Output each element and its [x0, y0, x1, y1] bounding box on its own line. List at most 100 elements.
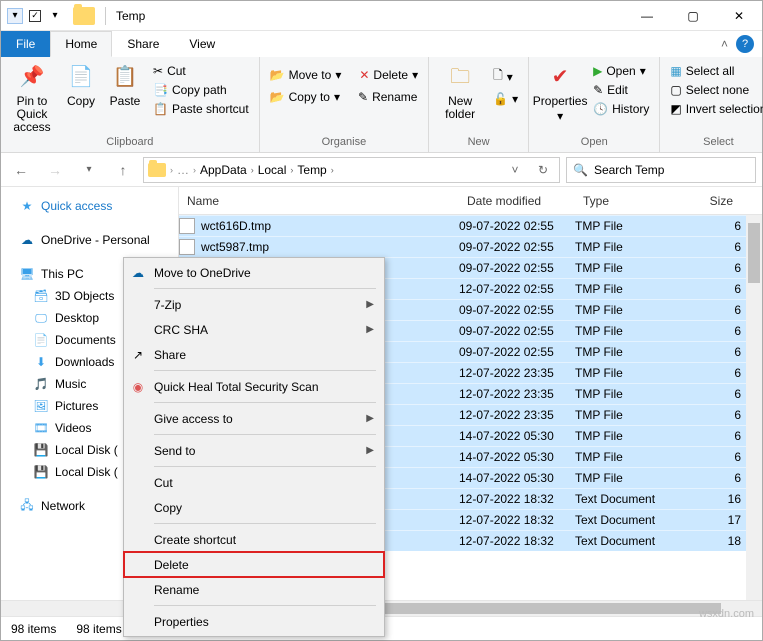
folder-icon: 📄 — [33, 332, 49, 348]
ctx-delete[interactable]: Delete — [124, 552, 384, 577]
column-headers[interactable]: Name Date modified Type Size — [179, 187, 762, 215]
address-dropdown-icon[interactable]: ˅ — [503, 163, 527, 177]
rename-icon: ✎ — [358, 90, 368, 104]
window-title: Temp — [116, 9, 145, 23]
tab-home[interactable]: Home — [50, 31, 112, 57]
pc-icon: 🖥 — [19, 266, 35, 282]
folder-icon: 🎞 — [33, 420, 49, 436]
paste-button[interactable]: 📋Paste — [105, 61, 145, 108]
easy-access-button[interactable]: 🔓▾ — [489, 91, 522, 107]
copyto-icon: 📂 — [270, 90, 285, 104]
paste-icon: 📋 — [109, 61, 141, 93]
qat-check-icon[interactable]: ✓ — [27, 8, 43, 24]
search-icon: 🔍 — [573, 163, 588, 177]
breadcrumb[interactable]: › …› AppData› Local› Temp› ˅ ↻ — [143, 157, 560, 183]
select-none-button[interactable]: ▢Select none — [666, 82, 763, 98]
delete-icon: ✕ — [359, 68, 369, 82]
folder-icon: 💾 — [33, 464, 49, 480]
table-row[interactable]: wct616D.tmp09-07-2022 02:55TMP File6 — [179, 215, 762, 236]
chevron-down-icon: ▾ — [334, 90, 340, 104]
ctx-crcsha[interactable]: CRC SHA▶ — [124, 317, 384, 342]
folder-icon: 💾 — [33, 442, 49, 458]
ctx-copy[interactable]: Copy — [124, 495, 384, 520]
invert-selection-button[interactable]: ◩Invert selection — [666, 101, 763, 117]
col-size[interactable]: Size — [695, 194, 741, 208]
back-button[interactable]: ← — [7, 157, 35, 183]
copy-path-button[interactable]: 📑Copy path — [149, 82, 253, 98]
refresh-button[interactable]: ↻ — [531, 163, 555, 177]
moveto-icon: 📂 — [270, 68, 285, 82]
group-label-new: New — [468, 136, 490, 150]
edit-button[interactable]: ✎Edit — [589, 82, 653, 98]
vertical-scrollbar[interactable] — [746, 215, 762, 600]
minimize-button[interactable]: — — [624, 1, 670, 31]
share-icon: ↗ — [130, 347, 146, 363]
copy-button[interactable]: 📄Copy — [61, 61, 101, 108]
chevron-down-icon: ▾ — [335, 68, 341, 82]
path-icon: 📑 — [153, 83, 168, 97]
new-folder-button[interactable]: 🗀New folder — [435, 61, 485, 121]
ctx-share[interactable]: ↗Share — [124, 342, 384, 367]
ctx-rename[interactable]: Rename — [124, 577, 384, 602]
history-icon: 🕓 — [593, 102, 608, 116]
ribbon: 📌Pin to Quick access 📄Copy 📋Paste ✂Cut 📑… — [1, 57, 762, 153]
qat-save-icon[interactable]: ▾ — [7, 8, 23, 24]
ribbon-tabs: File Home Share View ˄ ? — [1, 31, 762, 57]
chevron-down-icon: ▾ — [557, 110, 563, 123]
maximize-button[interactable]: ▢ — [670, 1, 716, 31]
close-button[interactable]: ✕ — [716, 1, 762, 31]
network-icon: 🖧 — [19, 498, 35, 514]
group-label-organise: Organise — [322, 136, 367, 150]
forward-button[interactable]: → — [41, 157, 69, 183]
paste-shortcut-button[interactable]: 📋Paste shortcut — [149, 101, 253, 117]
move-to-button[interactable]: 📂Move to ▾ — [266, 67, 346, 83]
sidebar-quick-access[interactable]: ★Quick access — [5, 195, 174, 217]
properties-button[interactable]: ✔Properties▾ — [535, 61, 585, 123]
tab-file[interactable]: File — [1, 31, 50, 57]
ctx-give-access[interactable]: Give access to▶ — [124, 406, 384, 431]
delete-button[interactable]: ✕Delete ▾ — [355, 67, 422, 83]
col-type[interactable]: Type — [575, 194, 695, 208]
rename-button[interactable]: ✎Rename — [354, 89, 421, 105]
pin-to-quick-access-button[interactable]: 📌Pin to Quick access — [7, 61, 57, 135]
file-icon — [179, 218, 195, 234]
col-date[interactable]: Date modified — [459, 194, 575, 208]
cloud-icon: ☁ — [130, 265, 146, 281]
copy-icon: 📄 — [65, 61, 97, 93]
tab-share[interactable]: Share — [112, 31, 174, 57]
table-row[interactable]: wct5987.tmp09-07-2022 02:55TMP File6 — [179, 236, 762, 257]
up-button[interactable]: ↑ — [109, 157, 137, 183]
open-button[interactable]: ▶Open ▾ — [589, 63, 653, 79]
ctx-quickheal[interactable]: ◉Quick Heal Total Security Scan — [124, 374, 384, 399]
select-all-button[interactable]: ▦Select all — [666, 63, 763, 79]
select-none-icon: ▢ — [670, 83, 681, 97]
star-icon: ★ — [19, 198, 35, 214]
ctx-create-shortcut[interactable]: Create shortcut — [124, 527, 384, 552]
help-icon[interactable]: ? — [736, 35, 754, 53]
qat-dropdown-icon[interactable]: ▾ — [47, 8, 63, 24]
col-name[interactable]: Name — [179, 194, 459, 208]
recent-dropdown[interactable]: ▾ — [75, 157, 103, 183]
cut-button[interactable]: ✂Cut — [149, 63, 253, 79]
item-count: 98 items — [11, 622, 56, 636]
crumb-local[interactable]: Local› — [258, 163, 294, 177]
edit-icon: ✎ — [593, 83, 603, 97]
folder-icon: 🖼 — [33, 398, 49, 414]
ctx-move-onedrive[interactable]: ☁Move to OneDrive — [124, 260, 384, 285]
ctx-send-to[interactable]: Send to▶ — [124, 438, 384, 463]
titlebar: ▾ ✓ ▾ Temp — ▢ ✕ — [1, 1, 762, 31]
search-input[interactable]: 🔍 Search Temp — [566, 157, 756, 183]
history-button[interactable]: 🕓History — [589, 101, 653, 117]
crumb-appdata[interactable]: AppData› — [200, 163, 254, 177]
new-item-button[interactable]: 🗋▾ — [489, 65, 522, 88]
group-label-open: Open — [581, 136, 608, 150]
collapse-ribbon-icon[interactable]: ˄ — [721, 37, 728, 51]
copy-to-button[interactable]: 📂Copy to ▾ — [266, 89, 344, 105]
crumb-temp[interactable]: Temp› — [297, 163, 333, 177]
sidebar-onedrive[interactable]: ☁OneDrive - Personal — [5, 229, 174, 251]
ctx-7zip[interactable]: 7-Zip▶ — [124, 292, 384, 317]
ctx-properties[interactable]: Properties — [124, 609, 384, 634]
ctx-cut[interactable]: Cut — [124, 470, 384, 495]
properties-icon: ✔ — [544, 61, 576, 93]
tab-view[interactable]: View — [174, 31, 230, 57]
